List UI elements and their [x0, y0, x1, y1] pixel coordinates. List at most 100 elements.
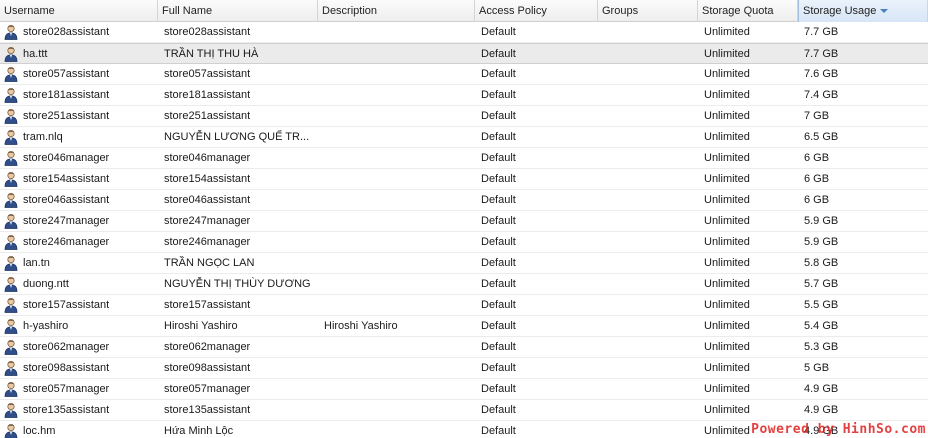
column-header-description[interactable]: Description [318, 0, 475, 22]
username-cell: store157assistant [0, 295, 158, 315]
description-cell [318, 379, 475, 399]
table-row[interactable]: h-yashiro Hiroshi Yashiro Hiroshi Yashiro D… [0, 316, 928, 337]
username-cell: h-yashiro [0, 316, 158, 336]
storage-usage-cell: 4.9 GB [804, 404, 839, 416]
groups-cell [598, 232, 698, 252]
full-name-cell: store246manager [164, 236, 251, 248]
storage-quota-cell: Unlimited [704, 215, 750, 227]
description-cell [318, 190, 475, 210]
user-icon [4, 150, 18, 166]
users-table: Username Full Name Description Access Po… [0, 0, 928, 438]
storage-quota-cell: Unlimited [704, 173, 750, 185]
username-text: store046manager [23, 152, 110, 164]
username-cell: store057manager [0, 379, 158, 399]
storage-usage-cell: 5 GB [804, 362, 830, 374]
username-cell: loc.hm [0, 421, 158, 438]
description-cell [318, 232, 475, 252]
full-name-cell: TRẦN THỊ THU HÀ [164, 48, 259, 60]
username-text: store246manager [23, 236, 110, 248]
description-cell [318, 22, 475, 42]
username-text: store057manager [23, 383, 110, 395]
full-name-cell: Hứa Minh Lộc [164, 425, 234, 437]
access-policy-cell: Default [481, 152, 516, 164]
table-row[interactable]: store098assistant store098assistant Defaul… [0, 358, 928, 379]
table-row[interactable]: store062manager store062manager Default Unl… [0, 337, 928, 358]
user-icon [4, 129, 18, 145]
username-cell: store135assistant [0, 400, 158, 420]
storage-quota-cell: Unlimited [704, 26, 750, 38]
user-icon [4, 381, 18, 397]
table-row[interactable]: store247manager store247manager Default Unl… [0, 211, 928, 232]
full-name-cell: store181assistant [164, 89, 251, 101]
table-row[interactable]: store057manager store057manager Default Unl… [0, 379, 928, 400]
storage-quota-cell: Unlimited [704, 131, 750, 143]
column-header-username[interactable]: Username [0, 0, 158, 22]
table-row[interactable]: tram.nlq NGUYỄN LƯƠNG QUẾ TR... Default Unl… [0, 127, 928, 148]
access-policy-cell: Default [481, 215, 516, 227]
full-name-cell: NGUYỄN THỊ THÙY DƯƠNG [164, 278, 311, 290]
groups-cell [598, 379, 698, 399]
table-row[interactable]: store181assistant store181assistant Defaul… [0, 85, 928, 106]
column-header-access-policy[interactable]: Access Policy [475, 0, 598, 22]
username-text: loc.hm [23, 425, 56, 437]
full-name-cell: Hiroshi Yashiro [164, 320, 238, 332]
storage-quota-cell: Unlimited [704, 404, 750, 416]
user-icon [4, 297, 18, 313]
storage-usage-cell: 7 GB [804, 110, 830, 122]
table-row[interactable]: store046manager store046manager Default Unl… [0, 148, 928, 169]
access-policy-cell: Default [481, 48, 516, 60]
storage-usage-cell: 7.7 GB [804, 48, 839, 60]
access-policy-cell: Default [481, 110, 516, 122]
description-cell [318, 64, 475, 84]
table-row[interactable]: store135assistant store135assistant Defaul… [0, 400, 928, 421]
table-row[interactable]: lan.tn TRẦN NGỌC LAN Default Unlimited 5.8 G… [0, 253, 928, 274]
description-cell [318, 169, 475, 189]
username-text: ha.ttt [23, 48, 48, 60]
column-header-full-name[interactable]: Full Name [158, 0, 318, 22]
user-icon [4, 24, 18, 40]
storage-quota-cell: Unlimited [704, 362, 750, 374]
storage-usage-cell: 5.7 GB [804, 278, 839, 290]
full-name-cell: store135assistant [164, 404, 251, 416]
groups-cell [598, 44, 698, 64]
table-row[interactable]: store246manager store246manager Default Unl… [0, 232, 928, 253]
column-header-storage-quota[interactable]: Storage Quota [698, 0, 798, 22]
user-icon [4, 46, 18, 62]
column-header-storage-usage[interactable]: Storage Usage [798, 0, 928, 22]
access-policy-cell: Default [481, 68, 516, 80]
column-header-groups[interactable]: Groups [598, 0, 698, 22]
description-cell [318, 274, 475, 294]
description-cell [318, 337, 475, 357]
storage-quota-cell: Unlimited [704, 278, 750, 290]
storage-quota-cell: Unlimited [704, 236, 750, 248]
description-cell [318, 211, 475, 231]
table-row[interactable]: store057assistant store057assistant Defaul… [0, 64, 928, 85]
groups-cell [598, 274, 698, 294]
access-policy-cell: Default [481, 26, 516, 38]
table-row[interactable]: store154assistant store154assistant Defaul… [0, 169, 928, 190]
access-policy-cell: Default [481, 194, 516, 206]
username-text: store028assistant [23, 26, 110, 38]
username-cell: store154assistant [0, 169, 158, 189]
username-cell: store046assistant [0, 190, 158, 210]
username-cell: store028assistant [0, 22, 158, 42]
groups-cell [598, 127, 698, 147]
full-name-cell: store098assistant [164, 362, 251, 374]
groups-cell [598, 22, 698, 42]
table-row[interactable]: store251assistant store251assistant Defaul… [0, 106, 928, 127]
storage-usage-cell: 5.3 GB [804, 341, 839, 353]
table-row[interactable]: store157assistant store157assistant Defaul… [0, 295, 928, 316]
table-row[interactable]: store028assistant store028assistant Defaul… [0, 22, 928, 43]
full-name-cell: store157assistant [164, 299, 251, 311]
username-cell: store181assistant [0, 85, 158, 105]
username-text: tram.nlq [23, 131, 63, 143]
storage-quota-cell: Unlimited [704, 48, 750, 60]
username-text: duong.ntt [23, 278, 69, 290]
storage-quota-cell: Unlimited [704, 320, 750, 332]
table-row[interactable]: store046assistant store046assistant Defaul… [0, 190, 928, 211]
full-name-cell: store154assistant [164, 173, 251, 185]
description-cell [318, 127, 475, 147]
table-row[interactable]: duong.ntt NGUYỄN THỊ THÙY DƯƠNG Default Unl… [0, 274, 928, 295]
storage-usage-cell: 7.7 GB [804, 26, 839, 38]
table-row[interactable]: ha.ttt TRẦN THỊ THU HÀ Default Unlimited 7.7… [0, 43, 928, 64]
